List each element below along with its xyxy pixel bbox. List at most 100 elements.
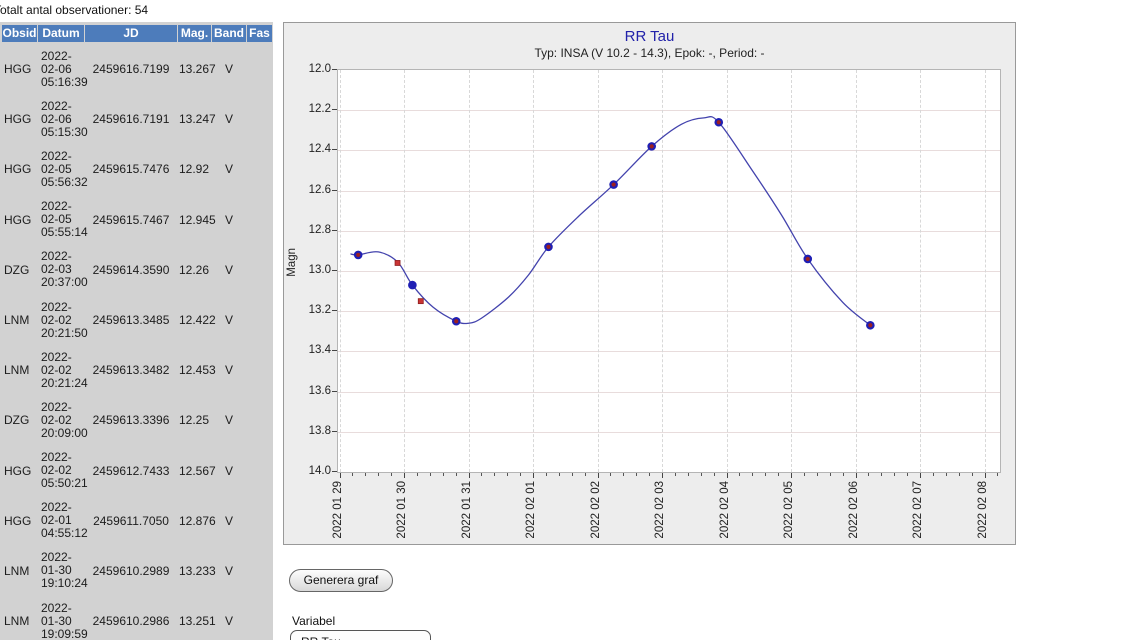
cell-band: V bbox=[212, 413, 246, 427]
x-tick-label: 2022 02 04 bbox=[719, 481, 731, 539]
y-tick-label: 13.6 bbox=[284, 384, 331, 398]
cell-band: V bbox=[212, 112, 246, 126]
x-tick-mark bbox=[546, 473, 547, 476]
x-tick-mark bbox=[623, 473, 624, 476]
x-tick-mark bbox=[585, 473, 586, 476]
cell-datum: 2022-02-0220:09:00 bbox=[38, 401, 84, 440]
table-row: HGG2022-02-0205:50:212459612.743312.567V bbox=[0, 446, 273, 496]
observation-point-overlay bbox=[612, 182, 616, 186]
y-tick-mark bbox=[332, 109, 337, 110]
y-tick-mark bbox=[332, 310, 337, 311]
observation-point-overlay bbox=[546, 245, 550, 249]
chart-title: RR Tau bbox=[284, 28, 1015, 45]
observation-point-overlay bbox=[356, 253, 360, 257]
y-tick-mark bbox=[332, 350, 337, 351]
cell-datum: 2022-02-0205:50:21 bbox=[38, 451, 84, 490]
x-tick-mark bbox=[662, 473, 663, 478]
cell-datum: 2022-01-3019:09:59 bbox=[38, 602, 84, 640]
x-tick-mark bbox=[675, 473, 676, 476]
x-tick-mark bbox=[598, 473, 599, 478]
table-row: LNM2022-02-0220:21:242459613.348212.453V bbox=[0, 345, 273, 395]
x-tick-label: 2022 02 07 bbox=[912, 481, 924, 539]
cell-obsid: DZG bbox=[2, 413, 37, 427]
table-row: HGG2022-02-0104:55:122459611.705012.876V bbox=[0, 496, 273, 546]
y-tick-label: 13.0 bbox=[284, 263, 331, 277]
x-tick-mark bbox=[959, 473, 960, 476]
x-tick-mark bbox=[456, 473, 457, 476]
x-tick-mark bbox=[985, 473, 986, 478]
observation-point-overlay bbox=[717, 120, 721, 124]
cell-band: V bbox=[212, 313, 246, 327]
table-row: LNM2022-01-3019:10:242459610.298913.233V bbox=[0, 546, 273, 596]
table-row: HGG2022-02-0505:56:322459615.747612.92V bbox=[0, 144, 273, 194]
x-tick-mark bbox=[507, 473, 508, 476]
column-header-datum: Datum bbox=[38, 25, 84, 42]
cell-band: V bbox=[212, 213, 246, 227]
x-tick-mark bbox=[714, 473, 715, 476]
x-tick-label: 2022 02 05 bbox=[783, 481, 795, 539]
x-tick-mark bbox=[533, 473, 534, 478]
cell-jd: 2459614.3590 bbox=[85, 263, 177, 277]
y-tick-label: 13.2 bbox=[284, 303, 331, 317]
table-row: DZG2022-02-0320:37:002459614.359012.26V bbox=[0, 245, 273, 295]
x-tick-mark bbox=[881, 473, 882, 476]
y-tick-mark bbox=[332, 431, 337, 432]
x-tick-mark bbox=[946, 473, 947, 476]
cell-datum: 2022-02-0605:15:30 bbox=[38, 100, 84, 139]
y-tick-mark bbox=[332, 270, 337, 271]
generate-graph-button[interactable]: Generera graf bbox=[289, 569, 393, 592]
table-row: LNM2022-01-3019:09:592459610.298613.251V bbox=[0, 596, 273, 640]
observation-point-overlay bbox=[806, 257, 810, 261]
cell-mag: 13.233 bbox=[178, 564, 211, 578]
cell-mag: 12.92 bbox=[178, 162, 211, 176]
cell-jd: 2459612.7433 bbox=[85, 464, 177, 478]
x-tick-mark bbox=[997, 473, 998, 476]
x-tick-mark bbox=[843, 473, 844, 476]
cell-band: V bbox=[212, 62, 246, 76]
y-tick-label: 12.6 bbox=[284, 183, 331, 197]
x-tick-mark bbox=[972, 473, 973, 476]
cell-datum: 2022-02-0220:21:24 bbox=[38, 351, 84, 390]
x-tick-mark bbox=[649, 473, 650, 476]
cell-datum: 2022-02-0605:16:39 bbox=[38, 50, 84, 89]
x-tick-mark bbox=[417, 473, 418, 476]
observation-point bbox=[418, 299, 423, 304]
cell-obsid: HGG bbox=[2, 464, 37, 478]
cell-obsid: DZG bbox=[2, 263, 37, 277]
chart-subtitle: Typ: INSA (V 10.2 - 14.3), Epok: -, Peri… bbox=[284, 46, 1015, 60]
x-tick-mark bbox=[481, 473, 482, 476]
cell-mag: 12.422 bbox=[178, 313, 211, 327]
observation-point-overlay bbox=[868, 323, 872, 327]
light-curve-chart: RR Tau Typ: INSA (V 10.2 - 14.3), Epok: … bbox=[283, 22, 1016, 545]
cell-datum: 2022-02-0505:56:32 bbox=[38, 150, 84, 189]
x-tick-mark bbox=[610, 473, 611, 476]
cell-mag: 12.25 bbox=[178, 413, 211, 427]
x-tick-label: 2022 01 30 bbox=[396, 481, 408, 539]
cell-obsid: HGG bbox=[2, 514, 37, 528]
x-tick-mark bbox=[907, 473, 908, 476]
cell-jd: 2459610.2989 bbox=[85, 564, 177, 578]
column-header-mag: Mag. bbox=[178, 25, 211, 42]
x-tick-mark bbox=[365, 473, 366, 476]
y-tick-label: 14.0 bbox=[284, 464, 331, 478]
table-row: HGG2022-02-0605:16:392459616.719913.267V bbox=[0, 44, 273, 94]
cell-mag: 12.567 bbox=[178, 464, 211, 478]
x-tick-mark bbox=[856, 473, 857, 478]
x-tick-label: 2022 01 31 bbox=[461, 481, 473, 539]
cell-datum: 2022-02-0505:55:14 bbox=[38, 200, 84, 239]
x-tick-mark bbox=[933, 473, 934, 476]
table-row: HGG2022-02-0605:15:302459616.719113.247V bbox=[0, 94, 273, 144]
x-tick-mark bbox=[636, 473, 637, 476]
x-tick-mark bbox=[817, 473, 818, 476]
x-tick-mark bbox=[520, 473, 521, 476]
x-tick-mark bbox=[352, 473, 353, 476]
cell-obsid: LNM bbox=[2, 363, 37, 377]
cell-band: V bbox=[212, 162, 246, 176]
x-tick-mark bbox=[443, 473, 444, 476]
y-tick-label: 13.4 bbox=[284, 343, 331, 357]
y-tick-mark bbox=[332, 230, 337, 231]
cell-mag: 12.945 bbox=[178, 213, 211, 227]
y-tick-label: 13.8 bbox=[284, 424, 331, 438]
variable-select[interactable]: RR Tau bbox=[290, 630, 431, 640]
cell-jd: 2459616.7191 bbox=[85, 112, 177, 126]
